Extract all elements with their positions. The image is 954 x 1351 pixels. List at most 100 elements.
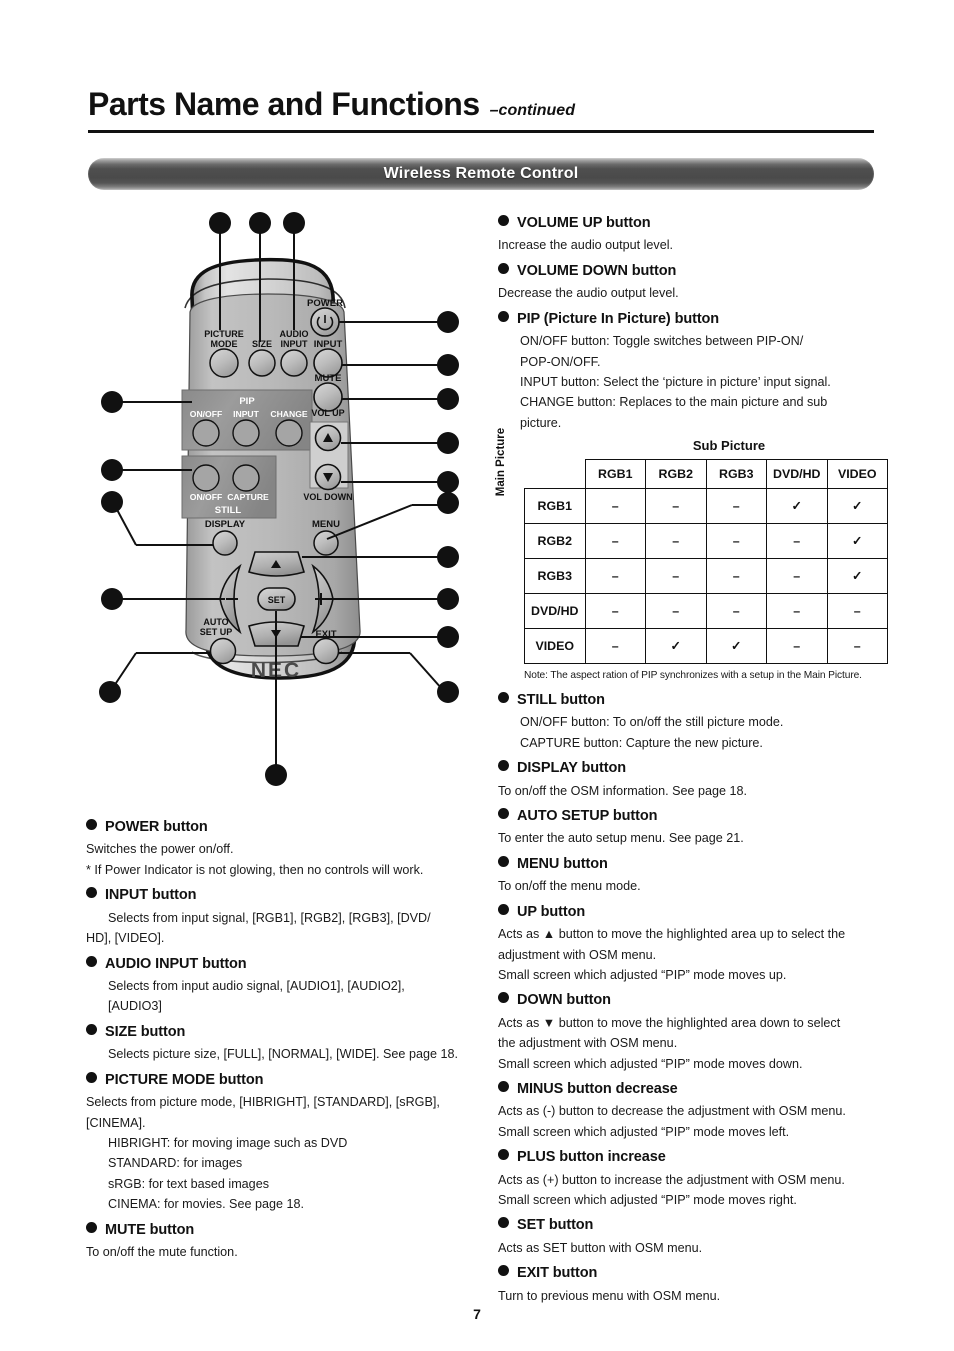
pip-table-cell: –	[766, 558, 828, 595]
up-button[interactable]	[248, 551, 305, 577]
mute-button[interactable]: MUTE	[313, 373, 343, 412]
item-body-line: INPUT button: Select the ‘picture in pic…	[520, 375, 831, 390]
menu-button[interactable]: MENU	[312, 519, 340, 556]
exit-button[interactable]: EXIT	[312, 629, 340, 665]
pip-table-cell: ✓	[705, 628, 767, 665]
item-body-line: Switches the power on/off.	[86, 842, 234, 857]
auto-setup-label-line1: AUTO	[203, 617, 228, 627]
item-heading: SET button	[498, 1214, 888, 1237]
item-body-line: CAPTURE button: Capture the new picture.	[520, 735, 763, 750]
pip-table-cell: –	[645, 523, 707, 560]
pip-table-body: RGB1– – – ✓ ✓ RGB2– – – – ✓ RGB3– – – – ✓ DVD/HD – – – – – VI…	[524, 488, 888, 665]
item-body-line: Selects picture size, [FULL], [NORMAL], …	[108, 1047, 458, 1062]
item-heading-label: STILL button	[517, 691, 605, 708]
main-picture-axis-label: Main Picture	[495, 428, 507, 497]
item-heading: MUTE button	[86, 1219, 472, 1242]
volume-up-button[interactable]	[314, 424, 342, 452]
item-heading-label: VOLUME DOWN button	[517, 262, 677, 279]
item-body-line: Small screen which adjusted “PIP” mode m…	[498, 967, 787, 982]
pip-table-cell: –	[645, 558, 707, 595]
pip-table-row-header: RGB3	[524, 558, 586, 595]
bullet-icon	[86, 1023, 97, 1035]
bullet-icon	[498, 1149, 509, 1161]
pip-table-cell: ✓	[645, 628, 707, 665]
pip-change-button[interactable]	[275, 419, 303, 447]
item-body-line: Acts as (-) button to decrease the adjus…	[498, 1104, 846, 1119]
item-heading: UP button	[498, 901, 888, 924]
pip-table-cell: –	[584, 593, 646, 630]
item-body-line: Acts as (+) button to increase the adjus…	[498, 1172, 845, 1187]
still-button-group[interactable]: ON/OFF CAPTURE STILL	[181, 455, 277, 519]
bullet-icon	[498, 807, 509, 819]
volume-control-strip[interactable]: VOL UP VOL DOWN	[303, 408, 352, 502]
still-group-label: STILL	[215, 505, 242, 516]
item-body-line: Acts as SET button with OSM menu.	[498, 1240, 703, 1255]
pip-table-row: RGB2– – – – ✓	[524, 523, 888, 560]
pip-onoff-button[interactable]	[192, 419, 220, 447]
callout-dot-still	[101, 459, 123, 481]
bullet-icon	[498, 1080, 509, 1092]
set-button[interactable]: SET	[257, 587, 296, 611]
pip-group-label: PIP	[239, 396, 255, 407]
pip-onoff-label: ON/OFF	[190, 409, 222, 419]
item-body-line: ON/OFF button: To on/off the still pictu…	[520, 715, 784, 730]
item-heading: AUDIO INPUT button	[86, 953, 472, 976]
callout-dot-input	[437, 354, 459, 376]
item-heading: PIP (Picture In Picture) button	[498, 308, 888, 331]
item-heading: AUTO SETUP button	[498, 805, 888, 828]
item-body-line: Acts as ▲ button to move the highlighted…	[498, 927, 846, 942]
callout-dot-volume-down	[437, 471, 459, 493]
item-heading: EXIT button	[498, 1262, 888, 1285]
pip-compatibility-table-block: Main Picture Sub Picture RGB1 RGB2 RGB3 DVD…	[495, 428, 888, 685]
callout-dot-audio-input	[283, 212, 305, 234]
title-divider	[88, 130, 874, 133]
item-heading-label: MENU button	[517, 855, 608, 872]
item-body-line: POP-ON/OFF.	[520, 354, 601, 369]
item-heading-label: DOWN button	[517, 992, 611, 1009]
vol-up-label: VOL UP	[311, 408, 344, 418]
callout-dot-volume-up	[437, 432, 459, 454]
page-title-row: Parts Name and Functions –continued	[88, 86, 874, 123]
bullet-icon	[498, 855, 509, 867]
item-body-line: CINEMA: for movies. See page 18.	[108, 1197, 304, 1212]
pip-table-corner-cell	[525, 460, 586, 489]
pip-button-group[interactable]: PIP ON/OFF INPUT CHANGE	[181, 389, 313, 451]
input-button[interactable]: INPUT	[313, 339, 343, 378]
item-heading-label: SET button	[517, 1217, 594, 1234]
right-items-before-table: VOLUME UP button Increase the audio outpu…	[498, 212, 888, 433]
pip-table-column-header: DVD/HD	[766, 459, 828, 490]
bullet-icon	[498, 1217, 509, 1229]
still-capture-button[interactable]	[232, 464, 260, 492]
pip-table-cell: –	[584, 488, 646, 525]
pip-table-row-header: RGB2	[524, 523, 586, 560]
callout-dot-pip	[101, 391, 123, 413]
callout-dot-display	[101, 491, 123, 513]
item-heading-label: DISPLAY button	[517, 760, 626, 777]
item-heading-label: PLUS button increase	[517, 1149, 666, 1166]
still-onoff-button[interactable]	[192, 464, 220, 492]
pip-table-row-header: RGB1	[524, 488, 586, 525]
item-body-line: [CINEMA].	[86, 1115, 146, 1130]
pip-table-row-header: VIDEO	[524, 628, 586, 665]
item-body-line: Increase the audio output level.	[498, 238, 674, 253]
item-heading: VOLUME DOWN button	[498, 260, 888, 283]
pip-input-button[interactable]	[232, 419, 260, 447]
item-body-line: Small screen which adjusted “PIP” mode m…	[498, 1124, 790, 1139]
item-body-line: Selects from picture mode, [HIBRIGHT], […	[86, 1095, 440, 1110]
item-heading-label: EXIT button	[517, 1265, 598, 1282]
section-banner: Wireless Remote Control	[88, 158, 874, 190]
item-heading-label: AUDIO INPUT button	[105, 955, 247, 972]
bullet-icon	[498, 992, 509, 1004]
pip-compatibility-table: RGB1 RGB2 RGB3 DVD/HD VIDEO RGB1– – – ✓ ✓ RGB2– – –…	[524, 459, 888, 665]
right-items-after-table: STILL button ON/OFF button: To on/off the…	[498, 689, 888, 1306]
picture-mode-label-line2: MODE	[211, 339, 238, 349]
pip-table-cell: –	[645, 593, 707, 630]
volume-down-button[interactable]	[314, 463, 342, 491]
bullet-icon	[86, 1221, 97, 1233]
callout-dot-auto-setup	[99, 681, 121, 703]
page-title: Parts Name and Functions	[88, 86, 480, 122]
item-body-line: Small screen which adjusted “PIP” mode m…	[498, 1056, 803, 1071]
size-button[interactable]: SIZE	[248, 339, 276, 377]
item-body-line: Small screen which adjusted “PIP” mode m…	[498, 1193, 797, 1208]
pip-table-column-header: VIDEO	[826, 459, 888, 490]
